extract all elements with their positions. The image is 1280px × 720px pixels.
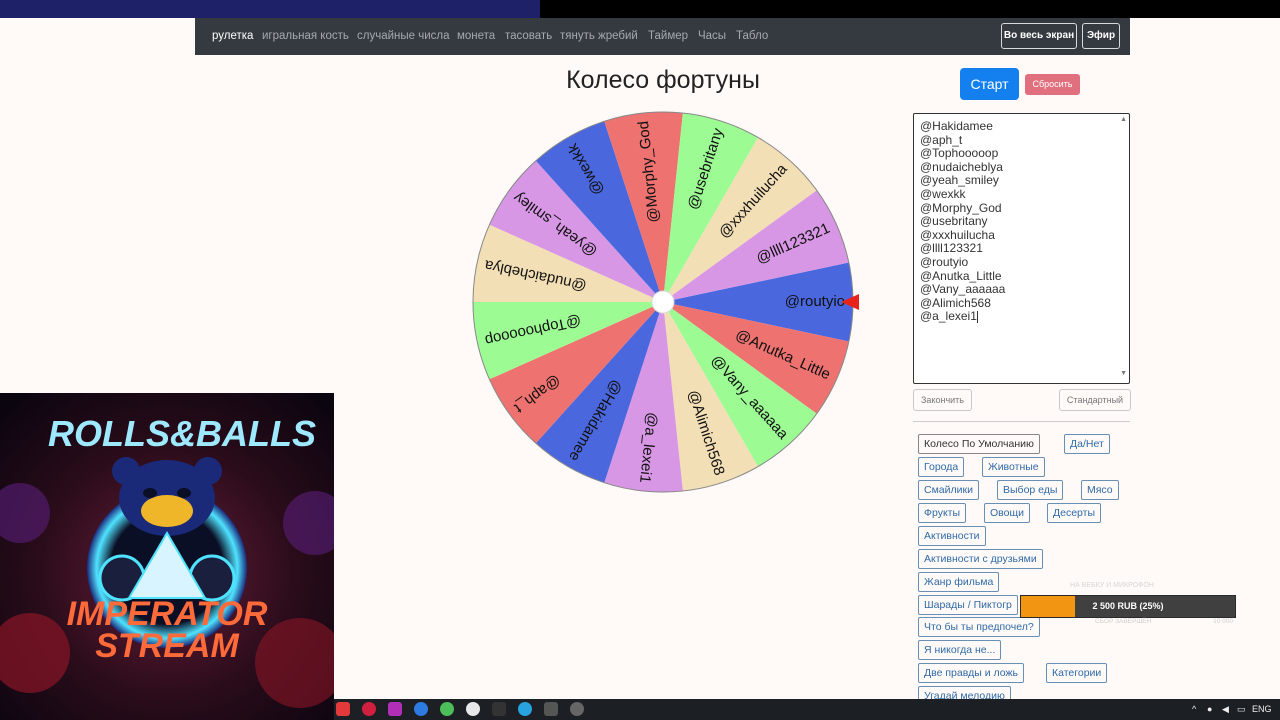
donation-progress-text: 2 500 RUB (25%) <box>1092 601 1164 611</box>
name-entry: @usebritany <box>920 214 988 229</box>
navbar: рулетка игральная кость случайные числа … <box>195 18 1130 55</box>
scroll-down-arrow-icon[interactable]: ▼ <box>1120 370 1127 377</box>
nav-scoreboard[interactable]: Табло <box>736 18 768 55</box>
taskbar: ^ ● ◀ ▭ ENG <box>334 699 1280 720</box>
name-entry: @routyio <box>920 254 969 269</box>
app-grey-icon[interactable] <box>544 702 558 716</box>
yandex-icon[interactable] <box>336 702 350 716</box>
name-entry: @nudaicheblya <box>920 159 1003 174</box>
start-button[interactable]: Старт <box>960 68 1019 100</box>
nav-dice[interactable]: игральная кость <box>262 18 349 55</box>
name-entry: @yeah_smiley <box>920 173 999 188</box>
standard-button[interactable]: Стандартный <box>1059 389 1131 411</box>
screen-top-strip <box>0 0 1280 18</box>
fortune-wheel[interactable]: @routyio@Anutka_Little@Vany_aaaaaa@Alimi… <box>470 110 860 495</box>
nav-roulette[interactable]: рулетка <box>212 18 253 55</box>
preset-default-wheel[interactable]: Колесо По Умолчанию <box>918 434 1040 454</box>
wheel-hub <box>651 290 675 314</box>
name-entry: @Alimich568 <box>920 295 991 310</box>
logo-title-bottom: IMPERATOR STREAM <box>60 595 274 665</box>
logo-line-2: STREAM <box>95 627 239 665</box>
app-blue-icon[interactable] <box>414 702 428 716</box>
names-textarea[interactable]: @Hakidamee @aph_t @Tophooooop @nudaicheblya… <box>913 113 1130 384</box>
text-caret <box>976 311 978 324</box>
name-entry: @Anutka_Little <box>920 268 1002 283</box>
telegram-icon[interactable] <box>518 702 532 716</box>
preset-desserts[interactable]: Десерты <box>1047 503 1102 523</box>
name-entry: @Hakidamee <box>920 119 993 133</box>
page-title: Колесо фортуны <box>566 66 760 94</box>
app-dark-icon[interactable] <box>492 702 506 716</box>
preset-never-have-i[interactable]: Я никогда не... <box>918 640 1002 660</box>
preset-vegetables[interactable]: Овощи <box>984 503 1030 523</box>
preset-food[interactable]: Выбор еды <box>997 480 1064 500</box>
top-strip-blue <box>0 0 540 18</box>
name-entry: @Morphy_God <box>920 200 1002 215</box>
name-entry: @Tophooooop <box>920 146 999 161</box>
stream-logo-overlay: ROLLS&BALLS IMPERATOR STREAM <box>0 393 334 720</box>
opera-icon[interactable] <box>362 702 376 716</box>
name-entry: @aph_t <box>920 132 963 147</box>
nav-clock[interactable]: Часы <box>698 18 726 55</box>
app-purple-icon[interactable] <box>388 702 402 716</box>
nav-draw-lots[interactable]: тянуть жребий <box>560 18 638 55</box>
preset-movie-genre[interactable]: Жанр фильма <box>918 572 1000 592</box>
donation-left-caption: СБОР ЗАВЕРШЁН <box>1095 618 1152 625</box>
preset-categories[interactable]: Категории <box>1046 663 1108 683</box>
nav-timer[interactable]: Таймер <box>648 18 688 55</box>
logo-title-top: ROLLS&BALLS <box>48 413 316 454</box>
scroll-up-arrow-icon[interactable]: ▲ <box>1120 116 1127 123</box>
donation-goal-label: НА ВЕБКУ И МИКРОФОН <box>1070 582 1154 589</box>
language-indicator[interactable]: ENG <box>1252 699 1272 720</box>
name-entry: @wexkk <box>920 186 966 201</box>
preset-charades[interactable]: Шарады / Пиктогр <box>918 595 1018 615</box>
nav-coin[interactable]: монета <box>457 18 495 55</box>
browser-icon[interactable] <box>466 702 480 716</box>
network-icon[interactable]: ▭ <box>1237 699 1246 720</box>
reset-button[interactable]: Сбросить <box>1025 74 1080 95</box>
preset-animals[interactable]: Животные <box>982 457 1045 477</box>
name-entry: @llll123321 <box>920 241 983 256</box>
nav-random-numbers[interactable]: случайные числа <box>357 18 450 55</box>
obs-icon[interactable] <box>570 702 584 716</box>
divider <box>913 421 1130 422</box>
preset-meat[interactable]: Мясо <box>1081 480 1119 500</box>
tray-chevron-icon[interactable]: ^ <box>1192 699 1196 720</box>
name-entry: @a_lexei1 <box>920 309 978 324</box>
nav-shuffle[interactable]: тасовать <box>505 18 552 55</box>
preset-two-truths[interactable]: Две правды и ложь <box>918 663 1024 683</box>
donation-progress-bar: 2 500 RUB (25%) <box>1020 595 1236 618</box>
app-green-icon[interactable] <box>440 702 454 716</box>
finish-button[interactable]: Закончить <box>913 389 972 411</box>
preset-cities[interactable]: Города <box>918 457 965 477</box>
preset-emojis[interactable]: Смайлики <box>918 480 979 500</box>
names-list: @Hakidamee @aph_t @Tophooooop @nudaicheblya… <box>920 119 1006 324</box>
volume-icon[interactable]: ◀ <box>1222 699 1229 720</box>
preset-activities[interactable]: Активности <box>918 526 986 546</box>
donation-goal-widget: НА ВЕБКУ И МИКРОФОН 2 500 RUB (25%) СБОР… <box>1020 580 1236 630</box>
name-entry: @Vany_aaaaaa <box>920 282 1006 297</box>
preset-fruits[interactable]: Фрукты <box>918 503 967 523</box>
preset-yes-no[interactable]: Да/Нет <box>1064 434 1110 454</box>
broadcast-button[interactable]: Эфир <box>1082 23 1120 49</box>
fullscreen-button[interactable]: Во весь экран <box>1001 23 1077 49</box>
preset-activities-friends[interactable]: Активности с друзьями <box>918 549 1043 569</box>
name-entry: @xxxhuilucha <box>920 227 995 242</box>
microphone-icon[interactable]: ● <box>1207 699 1212 720</box>
logo-line-1: IMPERATOR <box>66 595 268 633</box>
donation-right-caption: 10 000 <box>1213 618 1233 625</box>
wheel-segment-label: @routyio <box>785 293 845 310</box>
